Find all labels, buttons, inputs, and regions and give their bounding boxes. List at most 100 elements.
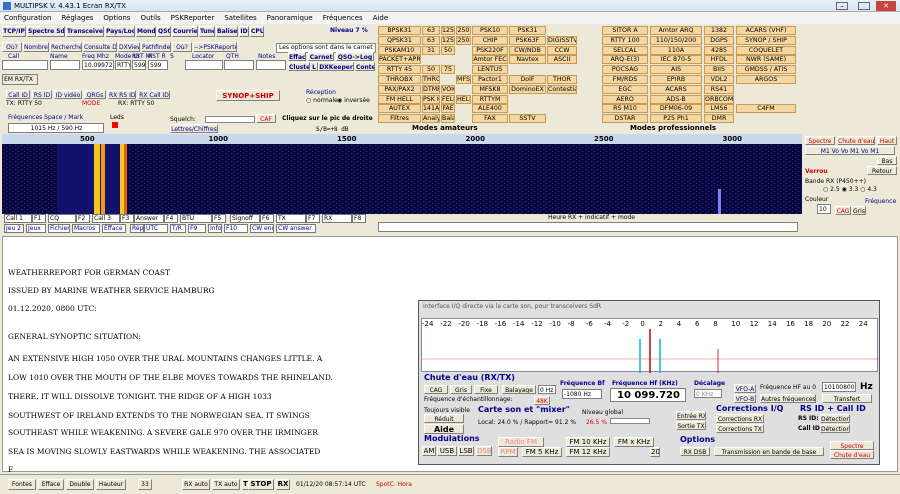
function-key[interactable]: CQ <box>48 214 76 223</box>
pro-mode-button[interactable]: P25 Ph1 <box>650 114 702 124</box>
waterfall-display[interactable] <box>2 144 802 214</box>
reduit-button[interactable]: Réduit <box>424 414 464 423</box>
mode-button[interactable]: THOR <box>547 75 577 84</box>
pro-mode-button[interactable]: GMDSS / ATIS <box>736 65 796 75</box>
mode-button[interactable]: MFSK8 <box>472 84 508 94</box>
mode-button[interactable]: CCW <box>547 45 577 55</box>
function-key-row2[interactable]: Jeu 2 <box>4 224 24 233</box>
call-id-button[interactable]: ID vidéo <box>54 90 82 99</box>
mode-button[interactable]: Contestia <box>547 84 577 94</box>
sdr-balayage-button[interactable]: Balayage <box>502 385 536 394</box>
pro-mode-button[interactable]: RS M10 <box>602 104 648 114</box>
corrections-rx-button[interactable]: Corrections RX <box>716 414 764 423</box>
function-key[interactable]: RX <box>322 214 352 223</box>
mode-button[interactable]: LENTUS <box>472 65 508 75</box>
bas-button[interactable]: Bas <box>877 156 897 165</box>
mode-button[interactable]: HELL 80 <box>456 94 471 104</box>
bottom-button[interactable]: Double <box>66 479 94 490</box>
toolbar-button[interactable]: CPU <box>250 26 264 37</box>
function-key-row2[interactable]: Macros <box>72 224 100 233</box>
minimize-icon[interactable]: – <box>836 2 848 10</box>
toolbar2-button[interactable]: Recherche <box>50 42 82 52</box>
mode-button[interactable]: PACKET+APRS <box>378 55 421 65</box>
bottom-button[interactable]: Efface <box>38 479 64 490</box>
vfo-b-button[interactable]: VFO-B <box>734 394 756 403</box>
corrections-tx-button[interactable]: Corrections TX <box>716 424 764 433</box>
mode-button[interactable]: Analyse <box>422 114 440 124</box>
entree-rx-button[interactable]: Entrée RX <box>676 411 706 420</box>
synop-ship-button[interactable]: SYNOP+SHIP <box>216 90 280 101</box>
mode-input[interactable]: RTTY <box>115 60 131 70</box>
call-id-button[interactable]: RX RS ID <box>108 90 136 99</box>
menu-item[interactable]: Réglages <box>61 12 93 24</box>
sdr-fixe-button[interactable]: Fixe <box>474 385 498 394</box>
sdr-cag-button[interactable]: CAG <box>424 385 448 394</box>
pro-mode-button[interactable]: Amtor ARQ <box>650 26 702 35</box>
menu-item[interactable]: Options <box>103 12 130 24</box>
pro-mode-button[interactable]: AERO <box>602 94 648 104</box>
rst-sent-input[interactable]: 599 <box>132 60 146 70</box>
maximize-icon[interactable] <box>858 2 870 10</box>
function-key[interactable]: Call 1 <box>4 214 32 223</box>
function-key[interactable]: Signoff <box>230 214 260 223</box>
toolbar-button[interactable]: Tune <box>199 26 215 37</box>
mode-button[interactable]: PSK220F <box>472 45 508 55</box>
function-key-row2[interactable]: CW end/fin <box>250 224 274 233</box>
function-key[interactable]: Call 3 <box>92 214 120 223</box>
modulation-button[interactable]: AM <box>422 446 436 456</box>
menu-item[interactable]: Satellites <box>224 12 256 24</box>
sdr-chute-button[interactable]: Chute d'eau <box>830 450 874 459</box>
mode-button[interactable]: 125 <box>441 35 455 45</box>
sdr-spectre-button[interactable]: Spectre <box>830 441 874 450</box>
pro-mode-button[interactable]: HFDL <box>704 55 734 65</box>
rsid-detection-button[interactable]: Détection <box>820 414 850 423</box>
mode-button[interactable]: ALE400 <box>472 104 508 114</box>
mode-button[interactable]: PSK63F <box>509 35 546 45</box>
name-input[interactable] <box>50 60 80 70</box>
pro-mode-button[interactable]: COQUELET <box>736 45 796 55</box>
em-rxtx-tab[interactable]: EM RX/TX <box>2 74 38 85</box>
callid-detection-button[interactable]: Détection <box>820 424 850 433</box>
pro-mode-button[interactable]: DGPS <box>704 35 734 45</box>
mode-button[interactable]: Navtex <box>509 55 546 65</box>
function-key[interactable]: F4 <box>164 214 178 223</box>
pro-mode-button[interactable]: 1382 <box>704 26 734 35</box>
locator-input[interactable] <box>185 60 223 70</box>
freq-bf-value[interactable]: -1080 Hz <box>562 389 602 399</box>
function-key[interactable]: F5 <box>212 214 226 223</box>
pro-mode-button[interactable]: EPIRB <box>650 75 702 84</box>
spectre-button[interactable]: Spectre <box>805 136 835 145</box>
menu-item[interactable]: PSKReporter <box>171 12 215 24</box>
pro-mode-button[interactable]: POCSAG <box>602 65 648 75</box>
log-button[interactable]: DXKeeper <box>318 62 354 71</box>
toolbar-button[interactable]: Balise <box>216 26 238 37</box>
mode-button[interactable]: Pactor1 <box>472 75 508 84</box>
normale-radio[interactable]: ○ normale <box>306 97 338 105</box>
modulation-button[interactable]: USB <box>437 446 457 456</box>
mode-button[interactable]: 50 <box>422 65 440 75</box>
pro-mode-button[interactable]: 110/150/200 <box>650 35 702 45</box>
toolbar2-button[interactable]: Nombre? <box>23 42 49 52</box>
mode-button[interactable]: FAX <box>472 114 508 124</box>
freq-input[interactable]: 10.09972 <box>82 60 114 70</box>
pro-mode-button[interactable]: ACARS <box>650 84 702 94</box>
function-key-row2[interactable]: Fichier <box>48 224 70 233</box>
pro-mode-button[interactable]: BIIS <box>704 65 734 75</box>
toolbar-button[interactable]: ID <box>239 26 249 37</box>
pro-mode-button[interactable]: DFM06-09 <box>650 104 702 114</box>
function-key[interactable]: F1 <box>32 214 46 223</box>
mode-button[interactable]: PSKAM10 <box>378 45 421 55</box>
rst-received-input[interactable]: 599 <box>148 60 168 70</box>
toolbar2-button[interactable]: DXView <box>118 42 140 52</box>
freq-echant-value[interactable]: 48K <box>534 396 550 405</box>
cag-button[interactable]: CAG <box>835 206 851 215</box>
pro-mode-button[interactable]: LMS6 <box>704 104 734 114</box>
function-key-row2[interactable]: UTC <box>144 224 168 233</box>
mode-button[interactable]: THROB <box>422 75 440 84</box>
transmission-bande-base-button[interactable]: Transmission en bande de base <box>714 447 824 456</box>
squelch-slider[interactable] <box>205 116 255 123</box>
freq-space-mark-value[interactable]: 1015 Hz / 590 Hz <box>8 123 104 133</box>
modulation-button[interactable]: 20 <box>650 447 660 457</box>
pro-mode-button[interactable]: SYNOP / SHIP <box>736 35 796 45</box>
mode-button[interactable]: CW/NDB <box>509 45 546 55</box>
